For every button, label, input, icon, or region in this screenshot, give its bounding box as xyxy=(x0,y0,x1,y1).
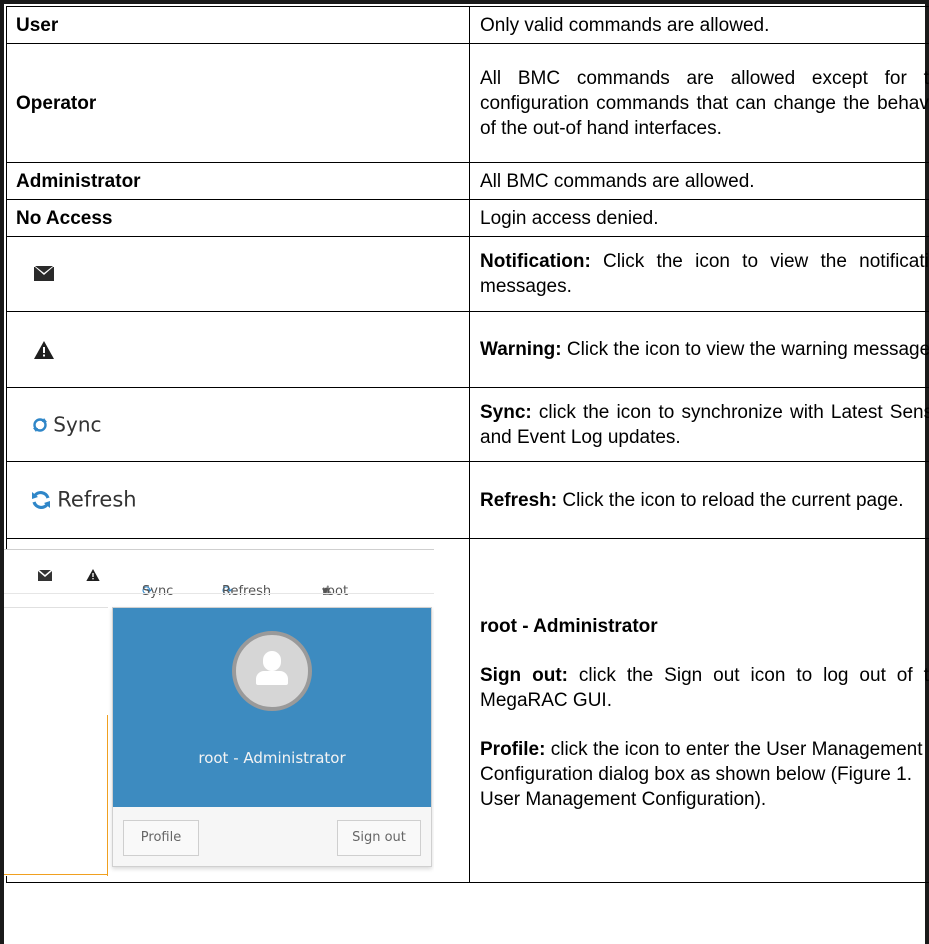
sync-desc: Sync: click the icon to synchronize with… xyxy=(469,387,929,462)
table-row: Warning: Click the icon to view the warn… xyxy=(6,311,929,388)
divider xyxy=(107,715,108,876)
sign-out-button[interactable]: Sign out xyxy=(337,820,421,856)
table-row: Operator All BMC commands are allowed ex… xyxy=(6,43,929,163)
envelope-icon[interactable] xyxy=(34,266,54,282)
sync-icon-cell: Sync xyxy=(6,387,470,462)
privilege-table: User Only valid commands are allowed. Op… xyxy=(4,6,929,883)
avatar xyxy=(232,631,312,711)
user-menu-heading: root - Administrator xyxy=(480,615,658,637)
sync-button[interactable]: Sync xyxy=(32,412,102,437)
warning-icon-cell xyxy=(6,311,470,388)
table-row: Administrator All BMC commands are allow… xyxy=(6,162,929,200)
table-row: ⟳ Sync ⟳ Refresh ♟ root ▾ root - Adminis… xyxy=(4,538,929,883)
role-no-access-desc: Login access denied. xyxy=(469,199,929,237)
refresh-icon-cell: Refresh xyxy=(6,461,470,539)
mock-refresh-label: Refresh xyxy=(222,584,272,599)
avatar-body xyxy=(256,671,288,685)
signout-desc: Sign out: click the Sign out icon to log… xyxy=(480,663,929,713)
mock-envelope-icon[interactable] xyxy=(37,565,53,590)
refresh-icon xyxy=(32,491,50,510)
table-row: Sync Sync: click the icon to synchronize… xyxy=(6,387,929,462)
refresh-text: Click the icon to reload the current pag… xyxy=(557,489,904,511)
table-row: No Access Login access denied. xyxy=(6,199,929,237)
signout-term: Sign out: xyxy=(480,664,568,686)
refresh-button[interactable]: Refresh xyxy=(30,487,137,512)
table-row: User Only valid commands are allowed. xyxy=(6,6,929,44)
warning-text: Click the icon to view the warning messa… xyxy=(561,339,929,360)
panel-user-name: root - Administrator xyxy=(198,749,346,767)
role-user: User xyxy=(6,6,470,44)
divider xyxy=(4,607,108,608)
sync-icon xyxy=(33,417,47,432)
divider xyxy=(4,549,434,550)
divider xyxy=(4,593,434,594)
user-menu-desc: root - Administrator Sign out: click the… xyxy=(469,538,929,883)
notification-term: Notification: xyxy=(480,251,591,272)
sync-label: Sync xyxy=(53,412,102,437)
role-operator: Operator xyxy=(6,43,470,163)
mock-warning-icon[interactable] xyxy=(86,565,100,590)
refresh-term: Refresh: xyxy=(480,489,558,511)
notification-desc: Notification: Click the icon to view the… xyxy=(469,236,929,312)
user-menu-screenshot-cell: ⟳ Sync ⟳ Refresh ♟ root ▾ root - Adminis… xyxy=(4,538,470,883)
refresh-desc: Refresh: Click the icon to reload the cu… xyxy=(469,461,929,539)
warning-icon[interactable] xyxy=(34,340,54,359)
role-user-desc: Only valid commands are allowed. xyxy=(469,6,929,44)
avatar-head xyxy=(263,651,281,671)
role-administrator-desc: All BMC commands are allowed. xyxy=(469,162,929,200)
table-row: Notification: Click the icon to view the… xyxy=(6,236,929,312)
profile-text: click the icon to enter the User Managem… xyxy=(480,738,923,810)
role-operator-desc: All BMC commands are allowed except for … xyxy=(469,43,929,163)
sync-text: click the icon to synchronize with Lates… xyxy=(480,401,929,448)
warning-term: Warning: xyxy=(480,339,562,360)
notification-icon-cell xyxy=(6,236,470,312)
user-menu-screenshot: ⟳ Sync ⟳ Refresh ♟ root ▾ root - Adminis… xyxy=(4,549,434,876)
table-row: Refresh Refresh: Click the icon to reloa… xyxy=(6,461,929,539)
warning-desc: Warning: Click the icon to view the warn… xyxy=(469,311,929,388)
refresh-label: Refresh xyxy=(57,487,137,512)
profile-term: Profile: xyxy=(480,738,546,760)
divider xyxy=(4,874,108,875)
user-dropdown-panel: root - Administrator Profile Sign out xyxy=(112,607,432,867)
top-toolbar: ⟳ Sync ⟳ Refresh ♟ root ▾ xyxy=(4,551,434,599)
mock-sync-label: Sync xyxy=(142,584,174,599)
chevron-down-icon: ▾ xyxy=(322,584,329,599)
profile-desc: Profile: click the icon to enter the Use… xyxy=(480,737,929,812)
sync-term: Sync: xyxy=(480,401,532,423)
profile-button[interactable]: Profile xyxy=(123,820,199,856)
role-administrator: Administrator xyxy=(6,162,470,200)
role-no-access: No Access xyxy=(6,199,470,237)
user-header: root - Administrator xyxy=(113,608,431,807)
